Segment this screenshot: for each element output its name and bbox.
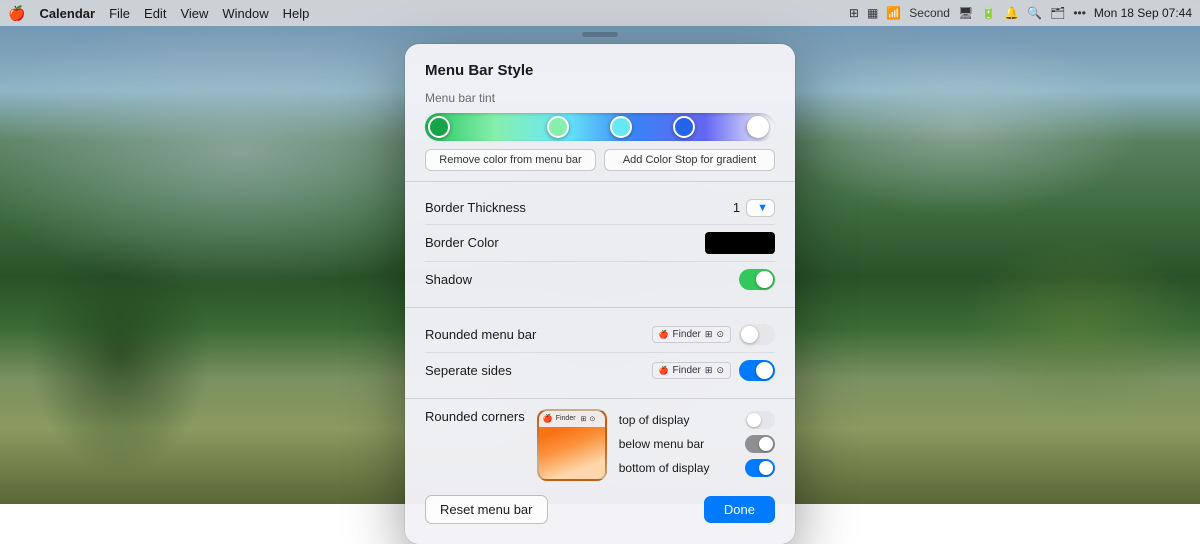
battery-icon[interactable]: 🔋 bbox=[981, 6, 996, 20]
remove-color-button[interactable]: Remove color from menu bar bbox=[425, 149, 596, 171]
top-of-display-row: top of display bbox=[619, 411, 775, 429]
bottom-of-display-toggle[interactable] bbox=[745, 459, 775, 477]
preview-finder-text: Finder bbox=[673, 329, 701, 340]
preview2-icon1: ⊞ bbox=[705, 365, 713, 376]
phone-icon1: ⊞ bbox=[581, 415, 587, 423]
border-color-row: Border Color bbox=[425, 225, 775, 262]
menu-help[interactable]: Help bbox=[283, 6, 310, 21]
dialog-title: Menu Bar Style bbox=[405, 44, 795, 91]
gradient-stop-green[interactable] bbox=[428, 116, 450, 138]
menu-view[interactable]: View bbox=[180, 6, 208, 21]
wifi-icon[interactable]: 📶 bbox=[886, 6, 901, 20]
border-thickness-label: Border Thickness bbox=[425, 200, 733, 215]
menu-bar: 🍎 Calendar File Edit View Window Help ⊞ … bbox=[0, 0, 1200, 26]
border-thickness-dropdown[interactable]: ▼ bbox=[746, 199, 775, 217]
preview2-icon2: ⊙ bbox=[716, 365, 724, 376]
rounded-menubar-label: Rounded menu bar bbox=[425, 327, 652, 342]
phone-apple-icon: 🍎 bbox=[543, 414, 553, 423]
gradient-section-label: Menu bar tint bbox=[425, 91, 775, 105]
phone-preview-bar: 🍎 Finder ⊞ ⊙ bbox=[539, 411, 605, 427]
phone-icon2: ⊙ bbox=[589, 415, 595, 423]
menu-app-name[interactable]: Calendar bbox=[39, 6, 95, 21]
rounded-menubar-preview: 🍎 Finder ⊞ ⊙ bbox=[652, 326, 731, 343]
rounded-corners-options: top of display below menu bar bottom of … bbox=[619, 409, 775, 477]
menu-file[interactable]: File bbox=[109, 6, 130, 21]
preview-finder2-text: Finder bbox=[673, 365, 701, 376]
phone-preview-thumbnail: 🍎 Finder ⊞ ⊙ bbox=[537, 409, 607, 481]
gradient-stop-blue[interactable] bbox=[673, 116, 695, 138]
bottom-of-display-label: bottom of display bbox=[619, 461, 745, 475]
separate-sides-preview: 🍎 Finder ⊞ ⊙ bbox=[652, 362, 731, 379]
separate-sides-toggle[interactable] bbox=[739, 360, 775, 381]
separate-sides-label: Seperate sides bbox=[425, 363, 652, 378]
rounded-settings: Rounded menu bar 🍎 Finder ⊞ ⊙ Seperate s… bbox=[405, 317, 795, 388]
apple-menu-icon[interactable]: 🍎 bbox=[8, 5, 25, 22]
done-button[interactable]: Done bbox=[704, 496, 775, 523]
below-menu-bar-toggle[interactable] bbox=[745, 435, 775, 453]
rounded-corners-section: Rounded corners 🍎 Finder ⊞ ⊙ top of disp… bbox=[405, 409, 795, 481]
gradient-track[interactable] bbox=[425, 113, 775, 141]
gradient-stop-lightgreen[interactable] bbox=[547, 116, 569, 138]
top-of-display-label: top of display bbox=[619, 413, 745, 427]
menu-icon-screen2[interactable]: ▦ bbox=[867, 6, 878, 20]
phone-finder-text: Finder bbox=[556, 415, 576, 422]
search-icon[interactable]: 🔍 bbox=[1027, 6, 1042, 20]
add-color-stop-button[interactable]: Add Color Stop for gradient bbox=[604, 149, 775, 171]
rounded-menubar-row: Rounded menu bar 🍎 Finder ⊞ ⊙ bbox=[425, 317, 775, 353]
divider-3 bbox=[405, 398, 795, 399]
gradient-stop-cyan[interactable] bbox=[610, 116, 632, 138]
shadow-toggle[interactable] bbox=[739, 269, 775, 290]
gradient-stop-white[interactable] bbox=[747, 116, 769, 138]
menu-edit[interactable]: Edit bbox=[144, 6, 166, 21]
border-thickness-value: 1 bbox=[733, 200, 740, 215]
border-color-swatch[interactable] bbox=[705, 232, 775, 254]
gradient-buttons: Remove color from menu bar Add Color Sto… bbox=[425, 149, 775, 171]
menu-bar-style-dialog: Menu Bar Style Menu bar tint Remove colo… bbox=[405, 44, 795, 544]
second-label[interactable]: Second bbox=[909, 6, 950, 20]
dropbox-icon[interactable]: 🗂 bbox=[1050, 6, 1065, 20]
border-color-label: Border Color bbox=[425, 235, 705, 250]
top-of-display-toggle[interactable] bbox=[745, 411, 775, 429]
rounded-menubar-toggle[interactable] bbox=[739, 324, 775, 345]
rounded-corners-label: Rounded corners bbox=[425, 409, 525, 424]
border-thickness-row: Border Thickness 1 ▼ bbox=[425, 192, 775, 225]
display-icon[interactable]: 🖥 bbox=[958, 6, 973, 20]
preview-icon2: ⊙ bbox=[716, 329, 724, 340]
clock-display: Mon 18 Sep 07:44 bbox=[1094, 6, 1192, 20]
bottom-of-display-row: bottom of display bbox=[619, 459, 775, 477]
notification-icon[interactable]: 🔔 bbox=[1004, 6, 1019, 20]
shadow-row: Shadow bbox=[425, 262, 775, 297]
below-menu-bar-row: below menu bar bbox=[619, 435, 775, 453]
menu-icon-screen1[interactable]: ⊞ bbox=[849, 6, 859, 20]
divider-1 bbox=[405, 181, 795, 182]
reset-menu-bar-button[interactable]: Reset menu bar bbox=[425, 495, 548, 524]
preview-apple-icon: 🍎 bbox=[659, 330, 669, 339]
dropdown-arrow-icon: ▼ bbox=[757, 202, 768, 214]
preview-icon1: ⊞ bbox=[705, 329, 713, 340]
preview-apple2-icon: 🍎 bbox=[659, 366, 669, 375]
menu-window[interactable]: Window bbox=[222, 6, 268, 21]
border-shadow-settings: Border Thickness 1 ▼ Border Color Shadow bbox=[405, 192, 795, 297]
separate-sides-row: Seperate sides 🍎 Finder ⊞ ⊙ bbox=[425, 353, 775, 388]
below-menu-bar-label: below menu bar bbox=[619, 437, 745, 451]
shadow-label: Shadow bbox=[425, 272, 739, 287]
gradient-section: Menu bar tint Remove color from menu bar… bbox=[405, 91, 795, 171]
divider-2 bbox=[405, 307, 795, 308]
more-icon[interactable]: ••• bbox=[1073, 6, 1086, 20]
dialog-footer: Reset menu bar Done bbox=[405, 481, 795, 524]
